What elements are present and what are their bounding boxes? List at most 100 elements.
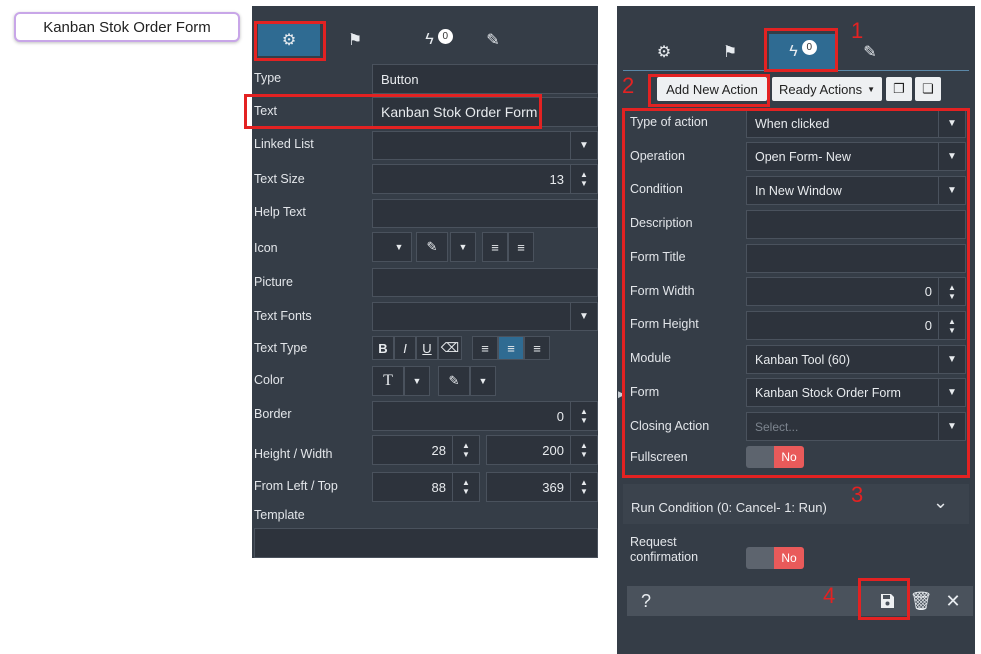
chevron-down-icon: ▼ [394,242,404,252]
tab-flag[interactable]: ⚑ [324,24,386,56]
stepper-icon[interactable]: ▲ ▼ [570,402,597,430]
width-stepper[interactable]: 200 ▲ ▼ [486,435,598,465]
tab-actions[interactable]: ϟ 0 [408,24,470,56]
stepper-icon[interactable]: ▲ ▼ [570,436,597,464]
chevron-down-icon: ▼ [412,376,422,386]
height-stepper[interactable]: 28 ▲ ▼ [372,435,480,465]
highlight-action-form [622,108,970,478]
text-color-button[interactable]: T [372,366,404,396]
left-stepper[interactable]: 88 ▲ ▼ [372,472,480,502]
align-left-icon: ≡ [491,239,499,255]
align-left-button[interactable]: ≡ [472,336,498,360]
align-left-icon: ≡ [481,340,489,356]
text-fonts-label: Text Fonts [254,309,312,323]
eraser-icon: ⌫ [440,340,460,355]
chevron-down-icon: ▼ [867,84,876,94]
align-right-icon: ≡ [517,239,525,255]
chevron-down-icon: ▼ [458,242,468,252]
top-value: 369 [542,479,564,495]
flag-icon: ⚑ [347,32,363,49]
bold-button[interactable]: B [372,336,394,360]
tab-flag[interactable]: ⚑ [699,36,761,68]
tab-settings[interactable]: ⚙ [633,36,695,68]
stepper-icon[interactable]: ▲ ▼ [452,436,479,464]
text-type-label: Text Type [254,341,308,355]
copy-icon: ❐ [893,81,905,96]
border-label: Border [254,407,292,421]
tab-style[interactable]: ✎ [839,36,901,68]
type-label: Type [254,71,282,85]
text-color-icon: T [383,372,393,389]
text-fonts-select[interactable]: ▼ [372,302,598,331]
brush-icon: ✎ [448,373,460,388]
request-confirmation-toggle[interactable]: No [746,547,804,569]
annotation-number-2: 2 [622,73,635,98]
italic-button[interactable]: I [394,336,416,360]
run-condition-label: Run Condition (0: Cancel- 1: Run) [631,500,827,515]
highlight-add-action [648,74,770,107]
top-stepper[interactable]: 369 ▲ ▼ [486,472,598,502]
paste-button[interactable]: ❏ [915,77,941,101]
stepper-icon[interactable]: ▲ ▼ [570,165,597,193]
border-value: 0 [556,408,564,424]
text-size-label: Text Size [254,172,305,186]
text-size-stepper[interactable]: 13 ▲ ▼ [372,164,598,194]
icon-label: Icon [254,241,278,255]
copy-button[interactable]: ❐ [886,77,912,101]
ready-actions-label: Ready Actions [778,81,863,97]
align-right-button[interactable]: ≡ [524,336,550,360]
annotation-number-3: 3 [851,482,864,507]
chevron-down-icon[interactable]: ⌄ [933,492,948,513]
bg-color-button[interactable]: ✎ [438,366,470,396]
icon-align-left-button[interactable]: ≡ [482,232,508,262]
picture-input[interactable] [372,268,598,297]
highlight-save [858,578,910,620]
clear-format-button[interactable]: ⌫ [438,336,462,360]
request-confirmation-label: Request confirmation [630,535,699,564]
flag-icon: ⚑ [722,44,738,61]
template-label: Template [254,508,305,522]
ready-actions-button[interactable]: Ready Actions ▼ [772,77,882,101]
actions-count-badge: 0 [437,28,453,44]
help-icon[interactable]: ? [633,589,659,613]
underline-icon: U [422,340,432,356]
properties-panel: ⚙ ⚑ ϟ 0 ✎ Type Button Text Kanban Stok O… [252,6,598,558]
align-center-button[interactable]: ≡ [498,336,524,360]
stepper-icon[interactable]: ▲ ▼ [452,473,479,501]
brush-icon: ✎ [863,44,877,61]
align-right-icon: ≡ [533,340,541,356]
help-text-input[interactable] [372,199,598,228]
icon-align-right-button[interactable]: ≡ [508,232,534,262]
underline-button[interactable]: U [416,336,438,360]
lightning-icon: ϟ [425,31,434,48]
height-width-label: Height / Width [254,447,333,461]
picture-label: Picture [254,275,293,289]
trash-icon[interactable]: 🗑 [908,589,934,613]
bg-color-dropdown[interactable]: ▼ [470,366,496,396]
border-stepper[interactable]: 0 ▲ ▼ [372,401,598,431]
paste-icon: ❏ [922,81,934,96]
width-value: 200 [542,442,564,458]
template-input[interactable] [254,528,598,558]
kanban-form-button[interactable]: Kanban Stok Order Form [14,12,240,42]
bold-icon: B [378,340,388,356]
tab-style[interactable]: ✎ [462,24,524,56]
stepper-icon[interactable]: ▲ ▼ [570,473,597,501]
run-condition-section[interactable]: Run Condition (0: Cancel- 1: Run) ⌄ [623,484,969,524]
italic-icon: I [403,340,407,356]
from-left-top-label: From Left / Top [254,479,338,493]
text-size-value: 13 [549,171,564,187]
close-icon[interactable]: ✕ [940,589,966,613]
icon-color-dropdown[interactable]: ▼ [450,232,476,262]
text-color-dropdown[interactable]: ▼ [404,366,430,396]
brush-icon: ✎ [486,32,500,49]
icon-select[interactable]: ▼ [372,232,412,262]
linked-list-select[interactable]: ▼ [372,131,598,160]
annotation-number-4: 4 [823,583,836,608]
highlight-text-field [244,94,542,129]
icon-color-button[interactable]: ✎ [416,232,448,262]
highlight-actions-tab [764,28,838,72]
color-label: Color [254,373,284,387]
type-field: Button [372,64,598,94]
linked-list-label: Linked List [254,137,314,151]
